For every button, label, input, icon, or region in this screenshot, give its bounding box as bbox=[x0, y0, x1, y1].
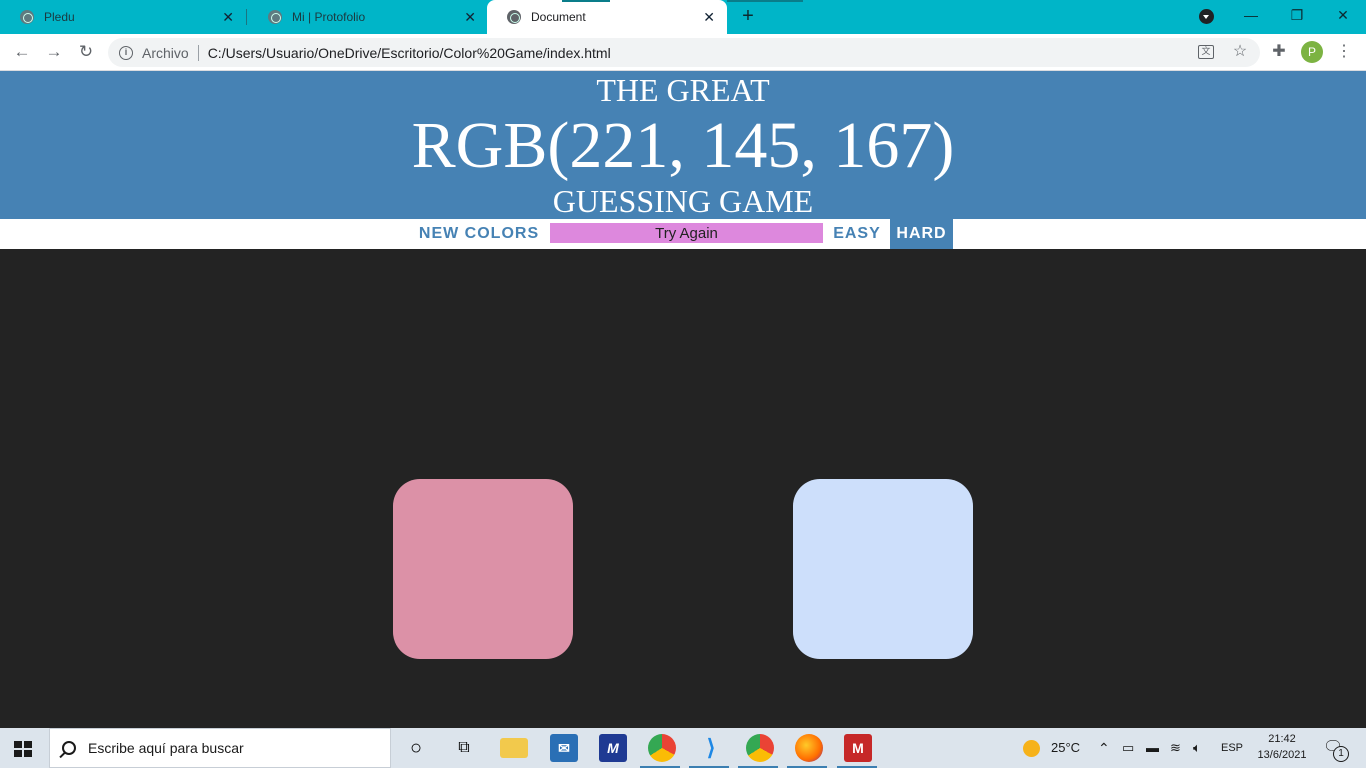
notification-count: 1 bbox=[1333, 746, 1349, 762]
search-placeholder: Escribe aquí para buscar bbox=[88, 740, 244, 756]
browser-toolbar: ← → ↻ i Archivo C:/Users/Usuario/OneDriv… bbox=[0, 34, 1366, 71]
weather-temp[interactable]: 25°C bbox=[1051, 728, 1080, 768]
hard-mode-button[interactable]: Hard bbox=[890, 219, 953, 249]
header-title-bottom: GUESSING GAME bbox=[552, 183, 814, 219]
new-tab-button[interactable]: + bbox=[738, 6, 758, 26]
globe-icon bbox=[20, 10, 34, 24]
game-header: THE GREAT RGB(221, 145, 167) GUESSING GA… bbox=[0, 71, 1366, 219]
vscode-icon[interactable]: ⟩ bbox=[697, 734, 725, 762]
globe-icon bbox=[507, 10, 521, 24]
mail-icon[interactable]: ✉ bbox=[550, 734, 578, 762]
color-square[interactable] bbox=[393, 479, 573, 659]
restore-button[interactable]: ❐ bbox=[1274, 4, 1320, 26]
close-window-button[interactable]: ✕ bbox=[1320, 4, 1366, 26]
language-indicator[interactable]: ESP bbox=[1221, 728, 1243, 768]
windows-taskbar: Escribe aquí para buscar ○ ⧉ ✉ M ⟩ M 25°… bbox=[0, 728, 1366, 768]
status-message: Try Again bbox=[550, 223, 823, 243]
tab-indicator bbox=[727, 0, 803, 2]
volume-icon[interactable]: 🔈︎ bbox=[1193, 728, 1201, 768]
firefox-icon[interactable] bbox=[795, 734, 823, 762]
chrome-profile-icon[interactable] bbox=[746, 734, 774, 762]
avatar[interactable]: P bbox=[1301, 41, 1323, 63]
new-colors-button[interactable]: New Colors bbox=[412, 219, 546, 249]
mcafee-icon[interactable]: M bbox=[844, 734, 872, 762]
menu-icon[interactable]: ⋮ bbox=[1335, 43, 1353, 61]
close-tab-icon[interactable]: ✕ bbox=[222, 9, 234, 25]
info-icon[interactable]: i bbox=[119, 45, 133, 60]
url-text[interactable]: C:/Users/Usuario/OneDrive/Escritorio/Col… bbox=[208, 45, 611, 61]
forward-arrow-icon[interactable]: → bbox=[44, 42, 64, 62]
controls-stripe: New Colors Try Again Easy Hard bbox=[0, 219, 1366, 249]
browser-tab-strip: Pledu ✕ Mi | Protofolio ✕ Document ✕ + —… bbox=[0, 0, 1366, 34]
file-explorer-icon[interactable] bbox=[500, 738, 528, 758]
reload-icon[interactable]: ↻ bbox=[76, 42, 96, 62]
extensions-icon[interactable]: ✚ bbox=[1270, 43, 1288, 61]
wifi-icon[interactable]: ≋ bbox=[1170, 728, 1181, 768]
minimize-button[interactable]: — bbox=[1228, 4, 1274, 26]
close-tab-icon[interactable]: ✕ bbox=[464, 9, 476, 25]
close-tab-icon[interactable]: ✕ bbox=[703, 9, 715, 25]
windows-start-icon[interactable] bbox=[14, 741, 32, 757]
address-bar[interactable]: i Archivo C:/Users/Usuario/OneDrive/Escr… bbox=[108, 38, 1260, 67]
back-arrow-icon[interactable]: ← bbox=[12, 42, 32, 62]
clock-time: 21:42 bbox=[1268, 733, 1296, 745]
header-title-top: THE GREAT bbox=[596, 72, 770, 108]
easy-mode-button[interactable]: Easy bbox=[826, 219, 888, 249]
clock[interactable]: 21:42 13/6/2021 bbox=[1252, 731, 1312, 763]
tab-document[interactable]: Document ✕ bbox=[487, 0, 727, 34]
tab-title: Document bbox=[531, 10, 586, 24]
star-icon[interactable]: ☆ bbox=[1231, 43, 1249, 61]
tab-search-icon[interactable] bbox=[1199, 9, 1214, 24]
taskbar-search-input[interactable]: Escribe aquí para buscar bbox=[49, 728, 391, 768]
search-icon bbox=[62, 741, 76, 755]
tab-title: Mi | Protofolio bbox=[292, 10, 366, 24]
chrome-icon[interactable] bbox=[648, 734, 676, 762]
cortana-icon[interactable]: ○ bbox=[402, 734, 430, 762]
color-square[interactable] bbox=[793, 479, 973, 659]
weather-icon[interactable] bbox=[1023, 728, 1041, 768]
tab-title: Pledu bbox=[44, 10, 75, 24]
rgb-display: RGB(221, 145, 167) bbox=[411, 109, 955, 182]
battery-icon[interactable]: ▬ bbox=[1146, 728, 1159, 768]
translate-icon[interactable]: 文 bbox=[1198, 45, 1214, 59]
tab-pledu[interactable]: Pledu ✕ bbox=[0, 0, 246, 34]
maple-icon[interactable]: M bbox=[599, 734, 627, 762]
tab-indicator bbox=[562, 0, 610, 2]
clock-date: 13/6/2021 bbox=[1257, 749, 1307, 761]
scheme-label: Archivo bbox=[142, 44, 189, 61]
tab-protofolio[interactable]: Mi | Protofolio ✕ bbox=[246, 0, 488, 34]
globe-icon bbox=[268, 10, 282, 24]
task-view-icon[interactable]: ⧉ bbox=[450, 734, 478, 762]
divider bbox=[197, 44, 199, 61]
meet-icon[interactable]: ▭ bbox=[1122, 728, 1134, 768]
chevron-up-icon[interactable]: ⌃ bbox=[1098, 728, 1110, 768]
